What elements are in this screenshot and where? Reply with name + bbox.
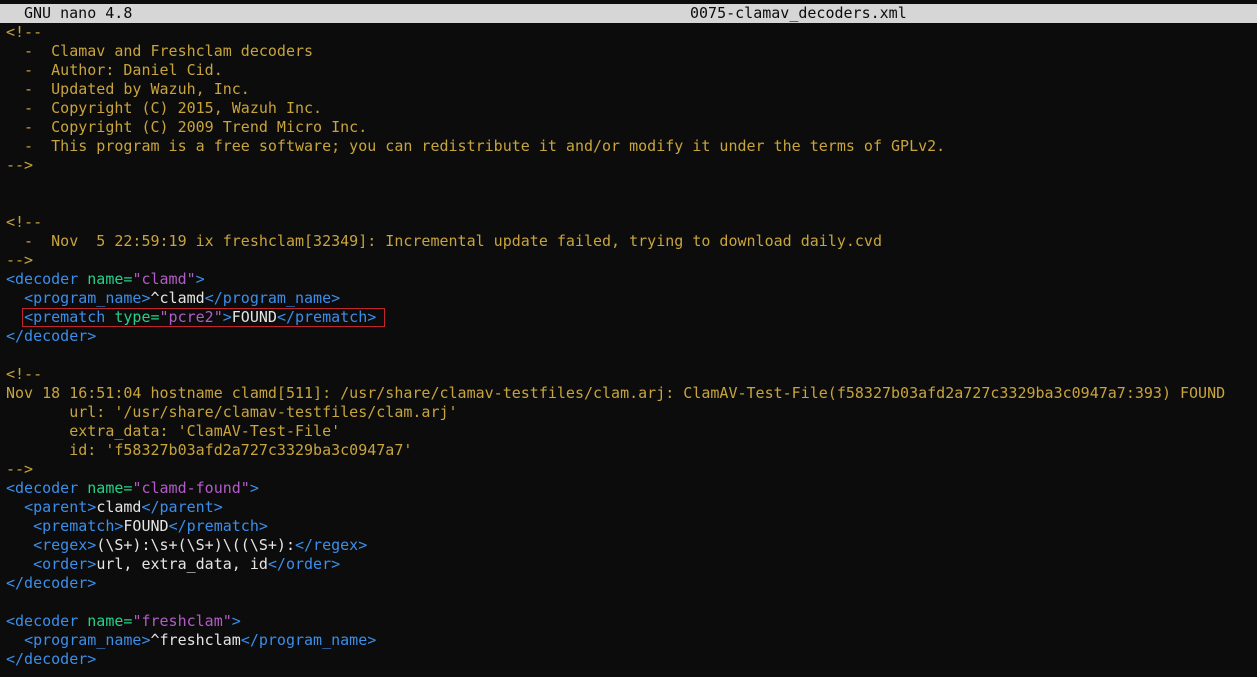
code-line: Nov 18 16:51:04 hostname clamd[511]: /us…: [6, 384, 1226, 402]
code-line: -->: [6, 156, 34, 174]
code-line: - Copyright (C) 2009 Trend Micro Inc.: [6, 118, 368, 136]
code-line: </decoder>: [6, 327, 97, 345]
code-line: <decoder name="freshclam">: [6, 612, 241, 630]
editor-text-area[interactable]: <!-- - Clamav and Freshclam decoders - A…: [6, 23, 1257, 669]
code-line: -->: [6, 251, 34, 269]
code-line: <prematch type="pcre2">FOUND</prematch>: [6, 308, 1257, 327]
code-line: - Nov 5 22:59:19 ix freshclam[32349]: In…: [6, 232, 882, 250]
highlighted-prematch-line: <prematch type="pcre2">FOUND</prematch>: [22, 308, 386, 327]
code-line: <program_name>^clamd</program_name>: [24, 289, 341, 307]
code-line: <!--: [6, 213, 43, 231]
code-line: <decoder name="clamd-found">: [6, 479, 259, 497]
code-line: <!--: [6, 23, 43, 41]
code-line: </decoder>: [6, 650, 97, 668]
code-line: <!--: [6, 365, 43, 383]
file-name: 0075-clamav_decoders.xml: [690, 4, 907, 22]
code-line: </decoder>: [6, 574, 97, 592]
code-line: - Updated by Wazuh, Inc.: [6, 80, 250, 98]
code-line: extra_data: 'ClamAV-Test-File': [6, 422, 341, 440]
code-line: <regex>(\S+):\s+(\S+)\((\S+):</regex>: [33, 536, 368, 554]
code-line: - Copyright (C) 2015, Wazuh Inc.: [6, 99, 323, 117]
code-line: - This program is a free software; you c…: [6, 137, 946, 155]
code-line: <parent>clamd</parent>: [24, 498, 223, 516]
code-line: id: 'f58327b03afd2a727c3329ba3c0947a7': [6, 441, 413, 459]
code-line: - Author: Daniel Cid.: [6, 61, 223, 79]
code-line: <order>url, extra_data, id</order>: [33, 555, 341, 573]
code-line: -->: [6, 460, 34, 478]
nano-title-bar: GNU nano 4.8 0075-clamav_decoders.xml: [0, 4, 1257, 23]
app-name: GNU nano 4.8: [24, 4, 133, 22]
code-line: url: '/usr/share/clamav-testfiles/clam.a…: [6, 403, 458, 421]
code-line: <prematch>FOUND</prematch>: [33, 517, 268, 535]
code-line: <decoder name="clamd">: [6, 270, 205, 288]
code-line: - Clamav and Freshclam decoders: [6, 42, 314, 60]
code-line: <program_name>^freshclam</program_name>: [24, 631, 377, 649]
